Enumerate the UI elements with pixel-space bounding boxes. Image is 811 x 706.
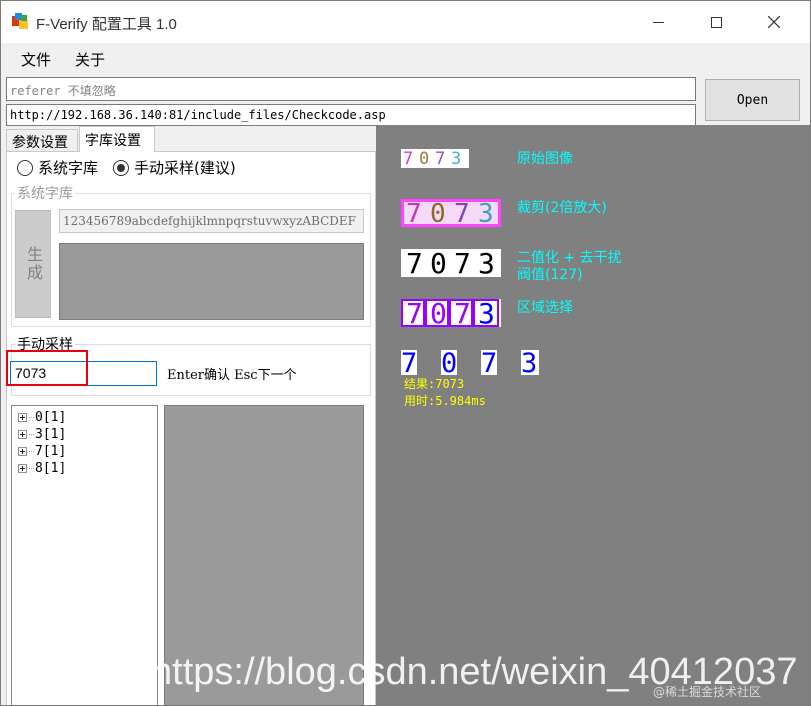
maximize-button[interactable] [687, 1, 745, 43]
captcha-digit: 3 [521, 349, 537, 379]
tree-node-label: 8[1] [35, 461, 67, 476]
crop-label: 裁剪(2倍放大) [517, 200, 607, 216]
captcha-digit: 7 [481, 349, 497, 379]
menu-bar: 文件 关于 [1, 43, 810, 73]
cropped-captcha-image: 7 0 7 3 [401, 199, 501, 227]
captcha-digit: 7 [454, 199, 470, 227]
radio-manual-label: 手动采样(建议) [134, 159, 236, 177]
minimize-button[interactable] [629, 1, 687, 43]
binarized-captcha-image: 7 0 7 3 [401, 249, 501, 277]
radio-manual-sampling[interactable]: 手动采样(建议) [113, 157, 236, 178]
expand-icon[interactable] [18, 447, 27, 456]
close-icon [768, 16, 780, 28]
captcha-digit: 3 [478, 299, 495, 327]
tree-node[interactable]: 7[1] [18, 444, 66, 459]
charset-field[interactable]: 123456789abcdefghijklmnpqrstuvwxyzABCDEF [59, 209, 364, 233]
result-panel: 7 0 7 3 原始图像 7 0 7 3 裁剪(2倍放大) 7 0 7 3 二值… [376, 125, 810, 705]
region-captcha-image: 7 0 7 3 [401, 299, 501, 327]
open-button[interactable]: Open [705, 79, 800, 121]
elapsed-time-text: 用时:5.984ms [404, 394, 486, 408]
menu-about[interactable]: 关于 [75, 49, 105, 70]
expand-icon[interactable] [18, 413, 27, 422]
expand-icon[interactable] [18, 464, 27, 473]
captcha-digit: 7 [406, 249, 423, 277]
radio-system-label: 系统字库 [38, 159, 99, 177]
captcha-digit: 0 [441, 349, 457, 379]
radio-circle [17, 159, 33, 176]
expand-icon[interactable] [18, 430, 27, 439]
maximize-icon [710, 16, 722, 28]
captcha-digit: 7 [406, 299, 423, 327]
tree-node-label: 7[1] [35, 444, 67, 459]
window-title: F-Verify 配置工具 1.0 [36, 16, 177, 33]
threshold-label: 阀值(127) [517, 267, 583, 283]
title-bar: F-Verify 配置工具 1.0 [1, 1, 810, 43]
captcha-digit: 7 [435, 149, 445, 168]
sampling-hint: Enter确认 Esc下一个 [167, 368, 297, 383]
radio-circle-checked [113, 159, 129, 176]
region-select-label: 区域选择 [517, 300, 573, 316]
captcha-digit: 0 [430, 249, 447, 277]
captcha-digit: 7 [454, 299, 471, 327]
generate-button[interactable]: 生成 [15, 210, 51, 318]
system-library-title: 系统字库 [15, 183, 75, 203]
char-tree[interactable]: 0[1] 3[1] 7[1] 8[1] [11, 405, 158, 705]
app-window: F-Verify 配置工具 1.0 文件 关于 referer 不填忽略 htt… [0, 0, 811, 706]
captcha-digit: 0 [430, 199, 446, 227]
tree-node[interactable]: 3[1] [18, 427, 66, 442]
captcha-digit: 3 [451, 149, 461, 168]
captcha-digit: 7 [403, 149, 413, 168]
split-captcha-chars: 7 0 7 3 [401, 349, 546, 379]
url-input[interactable]: http://192.168.36.140:81/include_files/C… [6, 104, 696, 126]
captcha-digit: 0 [419, 149, 429, 168]
binarize-label: 二值化 + 去干扰 [517, 250, 622, 266]
radio-system-library[interactable]: 系统字库 [17, 157, 98, 178]
menu-file[interactable]: 文件 [21, 49, 51, 70]
tab-library[interactable]: 字库设置 [79, 126, 155, 152]
result-text: 结果:7073 [404, 377, 465, 391]
captcha-digit: 3 [478, 249, 495, 277]
captcha-digit: 7 [406, 199, 422, 227]
referer-input[interactable]: referer 不填忽略 [6, 77, 696, 101]
app-icon [12, 13, 29, 30]
tree-node-label: 3[1] [35, 427, 67, 442]
tree-node-label: 0[1] [35, 410, 67, 425]
charset-preview [59, 243, 364, 320]
tree-node[interactable]: 8[1] [18, 461, 66, 476]
minimize-icon [652, 21, 664, 23]
manual-sampling-title: 手动采样 [15, 334, 75, 354]
sample-input[interactable]: 7073 [10, 361, 157, 386]
captcha-digit: 7 [454, 249, 471, 277]
watermark-tag: @稀土掘金技术社区 [653, 685, 762, 699]
captcha-digit: 3 [478, 199, 494, 227]
tree-node[interactable]: 0[1] [18, 410, 66, 425]
close-button[interactable] [745, 1, 803, 43]
original-image-label: 原始图像 [517, 151, 573, 167]
captcha-digit: 0 [430, 299, 447, 327]
tab-params[interactable]: 参数设置 [6, 129, 78, 151]
original-captcha-image: 7 0 7 3 [401, 149, 469, 168]
captcha-digit: 7 [401, 349, 417, 379]
